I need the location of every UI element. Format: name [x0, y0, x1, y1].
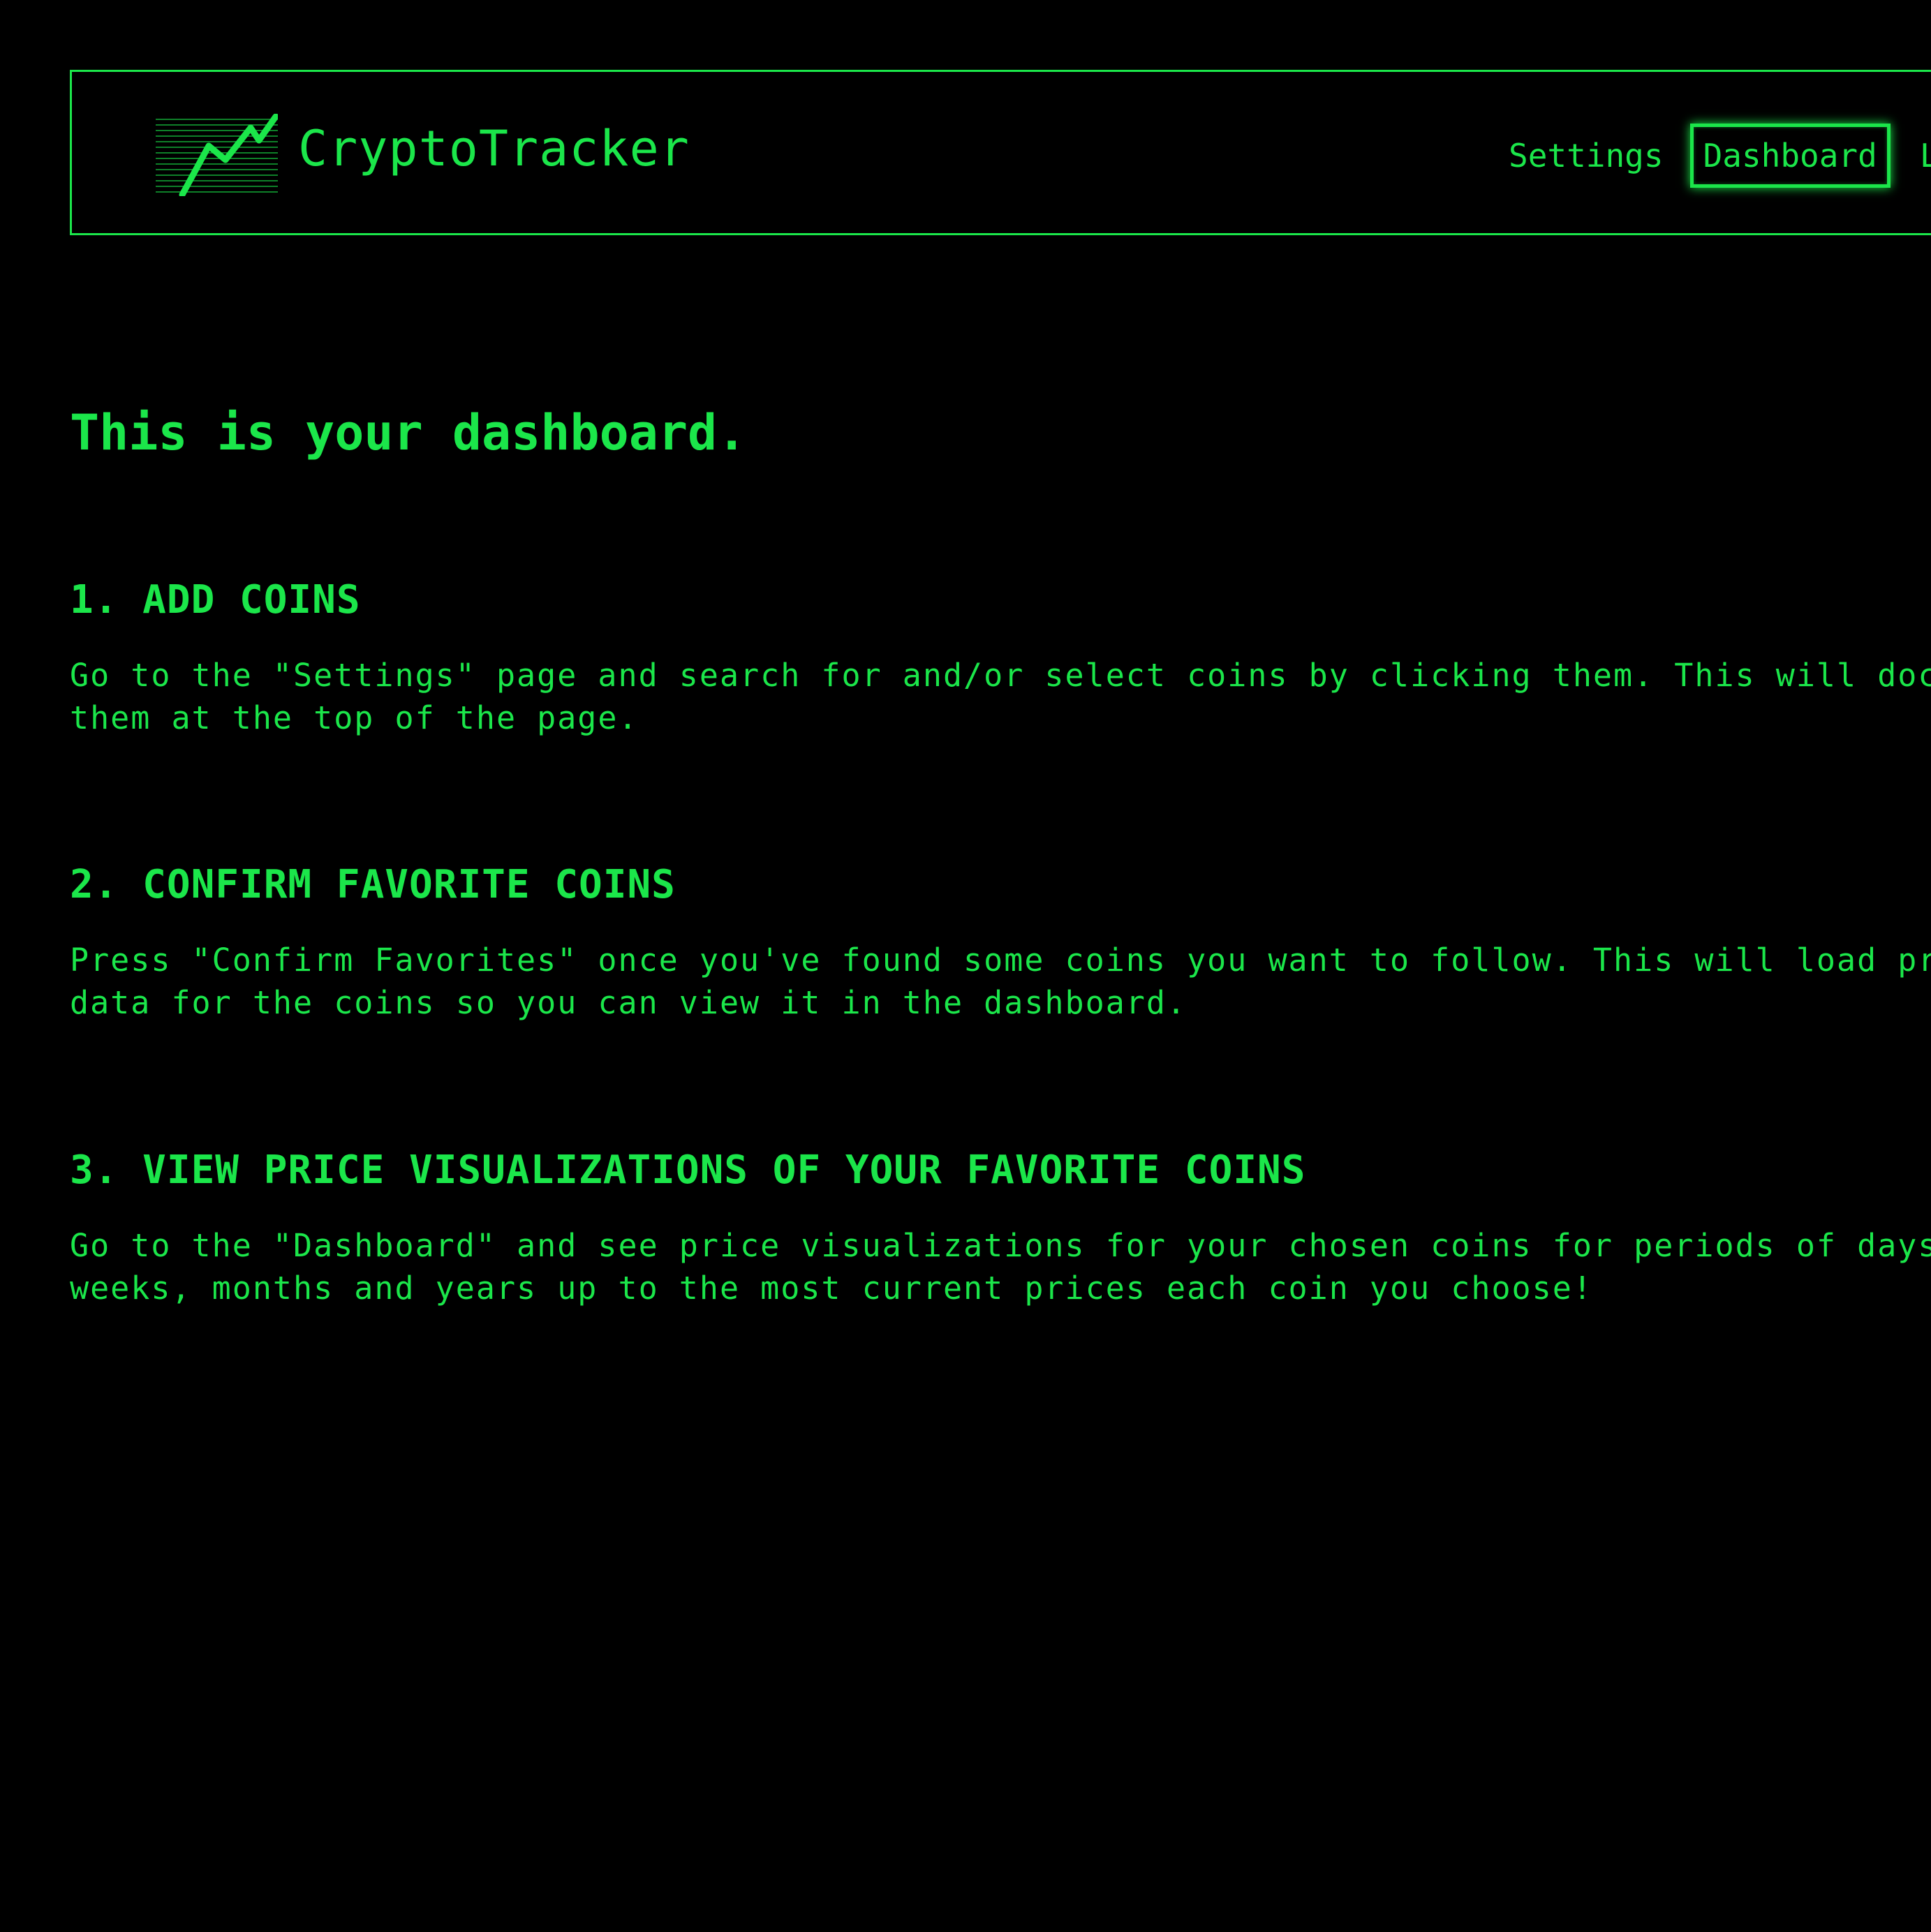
- page-title: This is your dashboard.: [70, 404, 747, 461]
- step-description: Press "Confirm Favorites" once you've fo…: [70, 942, 1931, 1021]
- step-description: Go to the "Dashboard" and see price visu…: [70, 1227, 1931, 1307]
- step-confirm-favorites: 2. CONFIRM FAVORITE COINS Press "Confirm…: [70, 861, 1931, 1024]
- step-description: Go to the "Settings" page and search for…: [70, 657, 1931, 736]
- nav-settings-link[interactable]: Settings: [1509, 137, 1664, 174]
- step-heading: 2. CONFIRM FAVORITE COINS: [70, 862, 676, 907]
- step-heading: 3. VIEW PRICE VISUALIZATIONS OF YOUR FAV…: [70, 1147, 1306, 1193]
- top-nav: Settings Dashboard L: [1509, 121, 1931, 191]
- header-bar: CryptoTracker Settings Dashboard L: [70, 70, 1931, 235]
- step-add-coins: 1. ADD COINS Go to the "Settings" page a…: [70, 576, 1931, 739]
- main-content: This is your dashboard. 1. ADD COINS Go …: [70, 398, 1931, 1307]
- nav-dashboard-link[interactable]: Dashboard: [1689, 124, 1891, 188]
- brand-name[interactable]: CryptoTracker: [298, 124, 690, 173]
- nav-logout-link[interactable]: L: [1920, 137, 1931, 174]
- step-view-visualizations: 3. VIEW PRICE VISUALIZATIONS OF YOUR FAV…: [70, 1146, 1931, 1309]
- page: CryptoTracker Settings Dashboard L This …: [0, 0, 1931, 1932]
- step-heading: 1. ADD COINS: [70, 577, 361, 623]
- trend-chart-icon[interactable]: [156, 114, 278, 196]
